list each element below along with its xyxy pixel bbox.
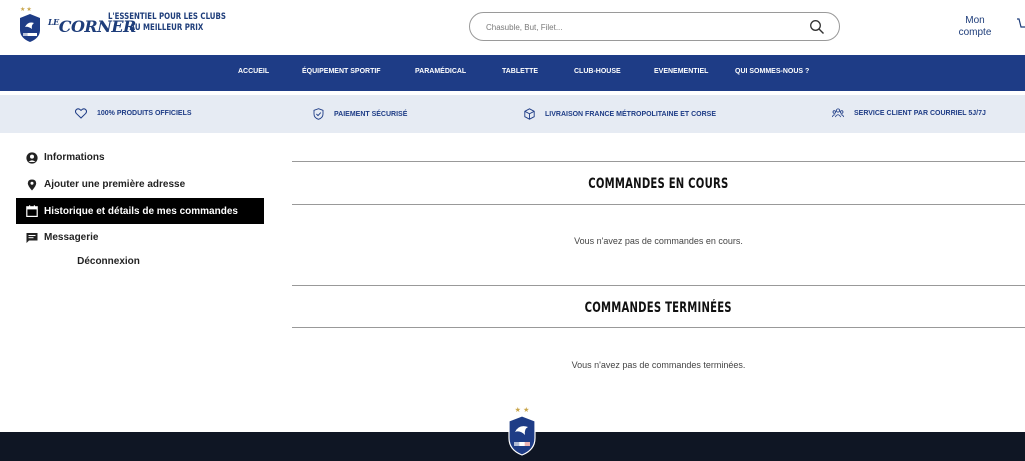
finished-orders-empty-message: Vous n'avez pas de commandes terminées. [571, 360, 746, 370]
sidebar-item-messagerie[interactable]: Messagerie [16, 224, 264, 251]
heart-icon [75, 108, 87, 119]
main-nav: ACCUEIL ÉQUIPEMENT SPORTIF PARAMÉDICAL T… [0, 55, 1025, 91]
reassurance-label: SERVICE CLIENT PAR COURRIEL 5J/7J [854, 109, 986, 117]
nav-paramedical[interactable]: PARAMÉDICAL [415, 68, 466, 75]
finished-orders-title: COMMANDES TERMINÉES [584, 300, 733, 316]
sidebar-item-label: Messagerie [44, 232, 99, 243]
reassurance-item-livraison: LIVRAISON FRANCE MÉTROPOLITAINE ET CORSE [524, 108, 716, 120]
account-sidebar: Informations Ajouter une première adress… [16, 144, 264, 267]
sidebar-item-label: Informations [44, 152, 105, 163]
nav-tablette[interactable]: TABLETTE [502, 68, 538, 75]
sidebar-item-label: Historique et détails de mes commandes [44, 205, 238, 217]
reassurance-label: PAIEMENT SÉCURISÉ [334, 110, 408, 118]
search-icon[interactable] [809, 19, 825, 35]
sidebar-item-ajouter-adresse[interactable]: Ajouter une première adresse [16, 171, 264, 198]
tagline: L'ESSENTIEL POUR LES CLUBS AU MEILLEUR P… [108, 12, 226, 33]
nav-club-house[interactable]: CLUB-HOUSE [574, 68, 621, 75]
svg-text:★ ★: ★ ★ [515, 406, 530, 414]
sidebar-item-label: Ajouter une première adresse [44, 179, 186, 190]
cart-icon[interactable] [1016, 17, 1025, 31]
message-icon [26, 232, 38, 244]
nav-evenementiel[interactable]: EVENEMENTIEL [654, 68, 708, 75]
nav-equipement-sportif[interactable]: ÉQUIPEMENT SPORTIF [302, 68, 381, 75]
fff-shield-icon [20, 14, 40, 42]
divider [292, 327, 1025, 328]
search-bar[interactable] [469, 12, 840, 41]
reassurance-item-paiement: PAIEMENT SÉCURISÉ [313, 108, 407, 120]
site-header: ★★ LECORNER L'ESSENTIEL POUR LES CLUBS A… [0, 0, 1025, 55]
reassurance-item-officiels: 100% PRODUITS OFFICIELS [75, 108, 192, 119]
package-icon [524, 108, 535, 120]
fff-footer-logo: ★ ★ [508, 406, 536, 456]
current-orders-empty-message: Vous n'avez pas de commandes en cours. [574, 236, 743, 246]
divider [292, 204, 1025, 205]
divider [292, 161, 1025, 162]
sidebar-item-historique-commandes[interactable]: Historique et détails de mes commandes [16, 198, 264, 224]
sidebar-item-informations[interactable]: Informations [16, 144, 264, 171]
search-input[interactable] [486, 19, 786, 35]
people-icon [832, 108, 844, 118]
reassurance-item-service-client: SERVICE CLIENT PAR COURRIEL 5J/7J [832, 108, 986, 118]
divider [292, 285, 1025, 286]
site-logo[interactable]: ★★ LECORNER [18, 7, 136, 50]
calendar-icon [26, 205, 38, 217]
reassurance-bar: 100% PRODUITS OFFICIELS PAIEMENT SÉCURIS… [0, 95, 1025, 133]
nav-accueil[interactable]: ACCUEIL [238, 68, 269, 75]
account-link[interactable]: Mon compte [950, 15, 1000, 39]
nav-qui-sommes-nous[interactable]: QUI SOMMES-NOUS ? [735, 68, 809, 75]
current-orders-title: COMMANDES EN COURS [588, 176, 729, 192]
reassurance-label: LIVRAISON FRANCE MÉTROPOLITAINE ET CORSE [545, 110, 716, 118]
reassurance-label: 100% PRODUITS OFFICIELS [97, 110, 192, 117]
logout-link[interactable]: Déconnexion [16, 256, 201, 267]
map-pin-icon [26, 179, 38, 191]
shield-check-icon [313, 108, 324, 120]
user-circle-icon [26, 151, 38, 164]
